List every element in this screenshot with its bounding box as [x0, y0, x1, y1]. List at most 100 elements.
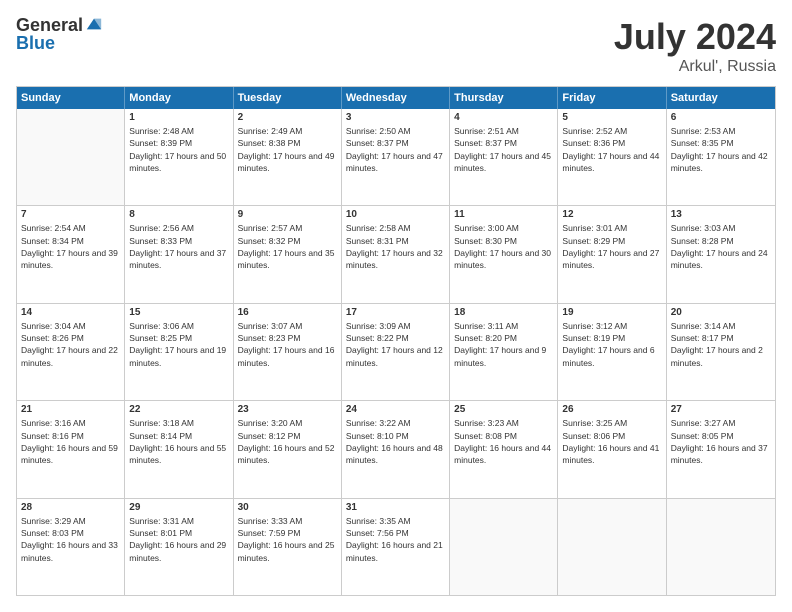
- day-number: 21: [21, 404, 120, 415]
- header-day-wednesday: Wednesday: [342, 87, 450, 109]
- day-info: Sunrise: 2:57 AM Sunset: 8:32 PM Dayligh…: [238, 222, 337, 271]
- logo-general-text: General: [16, 16, 83, 34]
- daylight-text: Daylight: 17 hours and 16 minutes.: [238, 345, 335, 367]
- calendar-cell: 13 Sunrise: 3:03 AM Sunset: 8:28 PM Dayl…: [667, 206, 775, 302]
- calendar-cell: 11 Sunrise: 3:00 AM Sunset: 8:30 PM Dayl…: [450, 206, 558, 302]
- daylight-text: Daylight: 16 hours and 37 minutes.: [671, 443, 768, 465]
- daylight-text: Daylight: 17 hours and 30 minutes.: [454, 248, 551, 270]
- sunrise-text: Sunrise: 2:53 AM: [671, 126, 736, 136]
- header-day-thursday: Thursday: [450, 87, 558, 109]
- calendar-page: General Blue July 2024 Arkul', Russia Su…: [0, 0, 792, 612]
- sunrise-text: Sunrise: 3:11 AM: [454, 321, 518, 331]
- day-number: 5: [562, 112, 661, 123]
- day-number: 4: [454, 112, 553, 123]
- sunrise-text: Sunrise: 3:20 AM: [238, 418, 303, 428]
- daylight-text: Daylight: 16 hours and 52 minutes.: [238, 443, 335, 465]
- sunrise-text: Sunrise: 2:58 AM: [346, 223, 411, 233]
- calendar-week-5: 28 Sunrise: 3:29 AM Sunset: 8:03 PM Dayl…: [17, 499, 775, 595]
- sunset-text: Sunset: 8:37 PM: [454, 138, 517, 148]
- sunrise-text: Sunrise: 3:23 AM: [454, 418, 519, 428]
- calendar-cell: 29 Sunrise: 3:31 AM Sunset: 8:01 PM Dayl…: [125, 499, 233, 595]
- sunrise-text: Sunrise: 3:18 AM: [129, 418, 194, 428]
- calendar-header: SundayMondayTuesdayWednesdayThursdayFrid…: [17, 87, 775, 109]
- day-number: 17: [346, 307, 445, 318]
- sunset-text: Sunset: 8:31 PM: [346, 236, 409, 246]
- sunset-text: Sunset: 8:33 PM: [129, 236, 192, 246]
- daylight-text: Daylight: 16 hours and 41 minutes.: [562, 443, 659, 465]
- calendar-week-3: 14 Sunrise: 3:04 AM Sunset: 8:26 PM Dayl…: [17, 304, 775, 401]
- page-header: General Blue July 2024 Arkul', Russia: [16, 16, 776, 76]
- day-number: 8: [129, 209, 228, 220]
- logo-blue-text: Blue: [16, 34, 103, 52]
- calendar-week-4: 21 Sunrise: 3:16 AM Sunset: 8:16 PM Dayl…: [17, 401, 775, 498]
- calendar-cell: [17, 109, 125, 205]
- day-info: Sunrise: 3:01 AM Sunset: 8:29 PM Dayligh…: [562, 222, 661, 271]
- day-info: Sunrise: 3:12 AM Sunset: 8:19 PM Dayligh…: [562, 320, 661, 369]
- sunrise-text: Sunrise: 3:00 AM: [454, 223, 519, 233]
- day-number: 1: [129, 112, 228, 123]
- day-info: Sunrise: 3:35 AM Sunset: 7:56 PM Dayligh…: [346, 515, 445, 564]
- sunrise-text: Sunrise: 3:16 AM: [21, 418, 86, 428]
- sunset-text: Sunset: 8:12 PM: [238, 431, 301, 441]
- sunset-text: Sunset: 8:22 PM: [346, 333, 409, 343]
- calendar-cell: 3 Sunrise: 2:50 AM Sunset: 8:37 PM Dayli…: [342, 109, 450, 205]
- daylight-text: Daylight: 17 hours and 12 minutes.: [346, 345, 443, 367]
- sunrise-text: Sunrise: 3:12 AM: [562, 321, 627, 331]
- sunrise-text: Sunrise: 2:57 AM: [238, 223, 303, 233]
- logo: General Blue: [16, 16, 103, 52]
- calendar-cell: 18 Sunrise: 3:11 AM Sunset: 8:20 PM Dayl…: [450, 304, 558, 400]
- day-number: 29: [129, 502, 228, 513]
- day-info: Sunrise: 2:49 AM Sunset: 8:38 PM Dayligh…: [238, 125, 337, 174]
- sunrise-text: Sunrise: 3:35 AM: [346, 516, 411, 526]
- header-day-saturday: Saturday: [667, 87, 775, 109]
- sunrise-text: Sunrise: 3:09 AM: [346, 321, 411, 331]
- sunset-text: Sunset: 8:36 PM: [562, 138, 625, 148]
- calendar-week-1: 1 Sunrise: 2:48 AM Sunset: 8:39 PM Dayli…: [17, 109, 775, 206]
- sunrise-text: Sunrise: 2:49 AM: [238, 126, 303, 136]
- day-number: 9: [238, 209, 337, 220]
- day-info: Sunrise: 3:29 AM Sunset: 8:03 PM Dayligh…: [21, 515, 120, 564]
- sunrise-text: Sunrise: 3:22 AM: [346, 418, 411, 428]
- day-info: Sunrise: 2:52 AM Sunset: 8:36 PM Dayligh…: [562, 125, 661, 174]
- calendar-cell: 1 Sunrise: 2:48 AM Sunset: 8:39 PM Dayli…: [125, 109, 233, 205]
- sunset-text: Sunset: 7:56 PM: [346, 528, 409, 538]
- day-info: Sunrise: 3:23 AM Sunset: 8:08 PM Dayligh…: [454, 417, 553, 466]
- calendar-cell: 6 Sunrise: 2:53 AM Sunset: 8:35 PM Dayli…: [667, 109, 775, 205]
- daylight-text: Daylight: 17 hours and 19 minutes.: [129, 345, 226, 367]
- day-number: 16: [238, 307, 337, 318]
- daylight-text: Daylight: 17 hours and 35 minutes.: [238, 248, 335, 270]
- sunset-text: Sunset: 7:59 PM: [238, 528, 301, 538]
- header-day-sunday: Sunday: [17, 87, 125, 109]
- sunrise-text: Sunrise: 2:50 AM: [346, 126, 411, 136]
- daylight-text: Daylight: 17 hours and 24 minutes.: [671, 248, 768, 270]
- calendar-cell: 5 Sunrise: 2:52 AM Sunset: 8:36 PM Dayli…: [558, 109, 666, 205]
- day-info: Sunrise: 3:14 AM Sunset: 8:17 PM Dayligh…: [671, 320, 771, 369]
- calendar-cell: 23 Sunrise: 3:20 AM Sunset: 8:12 PM Dayl…: [234, 401, 342, 497]
- calendar-cell: 2 Sunrise: 2:49 AM Sunset: 8:38 PM Dayli…: [234, 109, 342, 205]
- daylight-text: Daylight: 17 hours and 42 minutes.: [671, 151, 768, 173]
- sunset-text: Sunset: 8:06 PM: [562, 431, 625, 441]
- sunrise-text: Sunrise: 3:29 AM: [21, 516, 86, 526]
- sunrise-text: Sunrise: 3:04 AM: [21, 321, 86, 331]
- sunrise-text: Sunrise: 3:03 AM: [671, 223, 736, 233]
- month-title: July 2024: [614, 16, 776, 58]
- day-info: Sunrise: 2:54 AM Sunset: 8:34 PM Dayligh…: [21, 222, 120, 271]
- day-info: Sunrise: 2:58 AM Sunset: 8:31 PM Dayligh…: [346, 222, 445, 271]
- day-number: 20: [671, 307, 771, 318]
- day-number: 10: [346, 209, 445, 220]
- day-info: Sunrise: 3:20 AM Sunset: 8:12 PM Dayligh…: [238, 417, 337, 466]
- calendar-cell: 25 Sunrise: 3:23 AM Sunset: 8:08 PM Dayl…: [450, 401, 558, 497]
- daylight-text: Daylight: 16 hours and 59 minutes.: [21, 443, 118, 465]
- daylight-text: Daylight: 16 hours and 21 minutes.: [346, 540, 443, 562]
- daylight-text: Daylight: 16 hours and 25 minutes.: [238, 540, 335, 562]
- sunset-text: Sunset: 8:08 PM: [454, 431, 517, 441]
- daylight-text: Daylight: 17 hours and 50 minutes.: [129, 151, 226, 173]
- daylight-text: Daylight: 17 hours and 47 minutes.: [346, 151, 443, 173]
- sunset-text: Sunset: 8:14 PM: [129, 431, 192, 441]
- daylight-text: Daylight: 17 hours and 2 minutes.: [671, 345, 763, 367]
- day-number: 31: [346, 502, 445, 513]
- sunset-text: Sunset: 8:01 PM: [129, 528, 192, 538]
- sunrise-text: Sunrise: 3:06 AM: [129, 321, 194, 331]
- day-info: Sunrise: 2:50 AM Sunset: 8:37 PM Dayligh…: [346, 125, 445, 174]
- calendar-cell: 16 Sunrise: 3:07 AM Sunset: 8:23 PM Dayl…: [234, 304, 342, 400]
